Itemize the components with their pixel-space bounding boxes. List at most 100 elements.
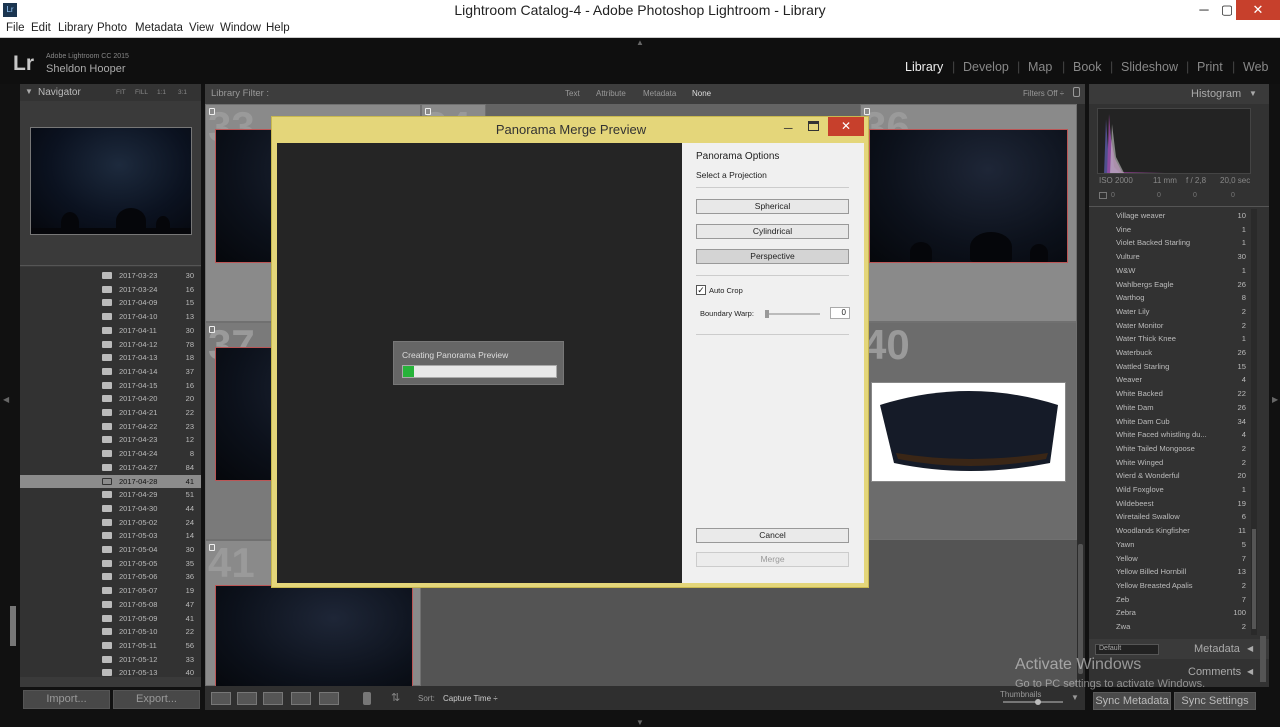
expand-right-panel-icon[interactable]: ▶	[1272, 395, 1278, 404]
folder-row[interactable]: 2017-04-24 8	[20, 447, 201, 461]
scrollbar-thumb[interactable]	[1252, 529, 1256, 629]
folder-row[interactable]: 2017-03-24 16	[20, 283, 201, 297]
thumbnail-size-slider[interactable]	[1003, 699, 1063, 705]
filter-text[interactable]: Text	[565, 89, 580, 98]
keyword-row[interactable]: Water Monitor 2	[1089, 319, 1249, 333]
keyword-row[interactable]: Village weaver 10	[1089, 209, 1249, 223]
export-button[interactable]: Export...	[113, 690, 200, 709]
keyword-row[interactable]: Woodlands Kingfisher 11	[1089, 524, 1249, 538]
histogram-chart[interactable]	[1097, 108, 1251, 174]
folder-row[interactable]: 2017-04-21 22	[20, 406, 201, 420]
boundary-warp-slider[interactable]	[765, 310, 820, 318]
folder-row[interactable]: 2017-05-04 30	[20, 543, 201, 557]
keyword-row[interactable]: Yellow Billed Hornbill 13	[1089, 565, 1249, 579]
metadata-preset-dropdown[interactable]: Default	[1095, 644, 1159, 655]
collapse-triangle-icon[interactable]: ▼	[25, 87, 33, 96]
flag-icon[interactable]	[425, 108, 431, 115]
keyword-scrollbar[interactable]	[1251, 209, 1257, 635]
keyword-row[interactable]: Wiretailed Swallow 6	[1089, 510, 1249, 524]
menu-window[interactable]: Window	[220, 22, 261, 34]
folder-row[interactable]: 2017-05-07 19	[20, 584, 201, 598]
folder-row[interactable]: 2017-04-27 84	[20, 461, 201, 475]
expand-triangle-icon[interactable]: ◀	[1247, 644, 1253, 653]
sort-dropdown[interactable]: Capture Time ÷	[443, 694, 498, 703]
folder-row[interactable]: 2017-05-10 22	[20, 625, 201, 639]
spherical-button[interactable]: Spherical	[696, 199, 849, 214]
folder-row[interactable]: 2017-04-20 20	[20, 392, 201, 406]
flag-icon[interactable]	[209, 326, 215, 333]
expand-left-panel-icon[interactable]: ◀	[3, 395, 9, 404]
keyword-row[interactable]: Zwa 2	[1089, 620, 1249, 634]
folder-row[interactable]: 2017-04-09 15	[20, 296, 201, 310]
auto-crop-checkbox[interactable]: ✓	[696, 285, 706, 295]
keyword-row[interactable]: Wild Foxglove 1	[1089, 483, 1249, 497]
filters-status[interactable]: Filters Off ÷	[1023, 89, 1064, 98]
keyword-row[interactable]: White Dam 26	[1089, 401, 1249, 415]
folder-row[interactable]: 2017-05-02 24	[20, 516, 201, 530]
menu-library[interactable]: Library	[58, 22, 93, 34]
keyword-row[interactable]: Yawn 5	[1089, 538, 1249, 552]
menu-help[interactable]: Help	[266, 22, 290, 34]
keyword-row[interactable]: Waterbuck 26	[1089, 346, 1249, 360]
keyword-row[interactable]: White Dam Cub 34	[1089, 415, 1249, 429]
loupe-view-icon[interactable]	[237, 692, 257, 705]
flag-icon[interactable]	[209, 108, 215, 115]
flag-icon[interactable]	[864, 108, 870, 115]
folder-row[interactable]: 2017-04-28 41	[20, 474, 201, 489]
folder-row[interactable]: 2017-05-05 35	[20, 557, 201, 571]
keyword-row[interactable]: Warthog 8	[1089, 291, 1249, 305]
folder-row[interactable]: 2017-04-30 44	[20, 502, 201, 516]
merge-button[interactable]: Merge	[696, 552, 849, 567]
grid-scrollbar[interactable]	[1077, 104, 1085, 686]
photo-thumbnail[interactable]	[215, 585, 413, 695]
keyword-row[interactable]: Wierd & Wonderful 20	[1089, 469, 1249, 483]
filter-attribute[interactable]: Attribute	[596, 89, 626, 98]
module-web[interactable]: Web	[1243, 60, 1268, 74]
close-button[interactable]: ✕	[1236, 0, 1280, 20]
cancel-button[interactable]: Cancel	[696, 528, 849, 543]
left-edge-scrollbar[interactable]	[10, 606, 16, 646]
flag-icon[interactable]	[209, 544, 215, 551]
folder-row[interactable]: 2017-05-13 40	[20, 666, 201, 677]
menu-edit[interactable]: Edit	[31, 22, 51, 34]
folder-row[interactable]: 2017-03-23 30	[20, 269, 201, 283]
grid-cell[interactable]: 40	[860, 321, 1077, 540]
keyword-row[interactable]: Zeb 7	[1089, 593, 1249, 607]
menu-metadata[interactable]: Metadata	[135, 22, 183, 34]
module-print[interactable]: Print	[1197, 60, 1223, 74]
menu-photo[interactable]: Photo	[97, 22, 127, 34]
panorama-thumbnail[interactable]	[871, 382, 1066, 482]
crop-icon[interactable]	[1099, 192, 1107, 199]
photo-thumbnail[interactable]	[869, 129, 1068, 263]
folder-row[interactable]: 2017-04-15 16	[20, 379, 201, 393]
zoom-fill[interactable]: FILL	[135, 89, 148, 96]
folder-row[interactable]: 2017-05-06 36	[20, 570, 201, 584]
grid-view-icon[interactable]	[211, 692, 231, 705]
module-slideshow[interactable]: Slideshow	[1121, 60, 1178, 74]
folder-row[interactable]: 2017-04-10 13	[20, 310, 201, 324]
keyword-row[interactable]: Weaver 4	[1089, 373, 1249, 387]
keyword-row[interactable]: W&W 1	[1089, 264, 1249, 278]
folder-row[interactable]: 2017-05-09 41	[20, 612, 201, 626]
collapse-triangle-icon[interactable]: ▼	[1249, 89, 1257, 98]
module-library[interactable]: Library	[905, 60, 943, 74]
scrollbar-thumb[interactable]	[1078, 544, 1083, 674]
keyword-row[interactable]: Wahlbergs Eagle 26	[1089, 278, 1249, 292]
toolbar-menu-icon[interactable]: ▼	[1071, 693, 1079, 702]
folder-row[interactable]: 2017-04-11 30	[20, 324, 201, 338]
right-edge-scrollbar[interactable]	[1260, 636, 1266, 682]
keyword-row[interactable]: Wildebeest 19	[1089, 497, 1249, 511]
folder-row[interactable]: 2017-04-29 51	[20, 488, 201, 502]
grid-cell[interactable]: 36	[860, 103, 1077, 322]
lock-icon[interactable]	[1073, 87, 1080, 97]
people-view-icon[interactable]	[319, 692, 339, 705]
sync-metadata-button[interactable]: Sync Metadata	[1093, 692, 1171, 710]
keyword-row[interactable]: White Tailed Mongoose 2	[1089, 442, 1249, 456]
sort-direction-icon[interactable]: ⇅	[391, 691, 400, 704]
keyword-row[interactable]: White Backed 22	[1089, 387, 1249, 401]
keyword-row[interactable]: Yellow 7	[1089, 552, 1249, 566]
keyword-row[interactable]: Yellow Breasted Apalis 2	[1089, 579, 1249, 593]
folder-row[interactable]: 2017-04-22 23	[20, 420, 201, 434]
folder-row[interactable]: 2017-04-14 37	[20, 365, 201, 379]
sync-settings-button[interactable]: Sync Settings	[1174, 692, 1256, 710]
